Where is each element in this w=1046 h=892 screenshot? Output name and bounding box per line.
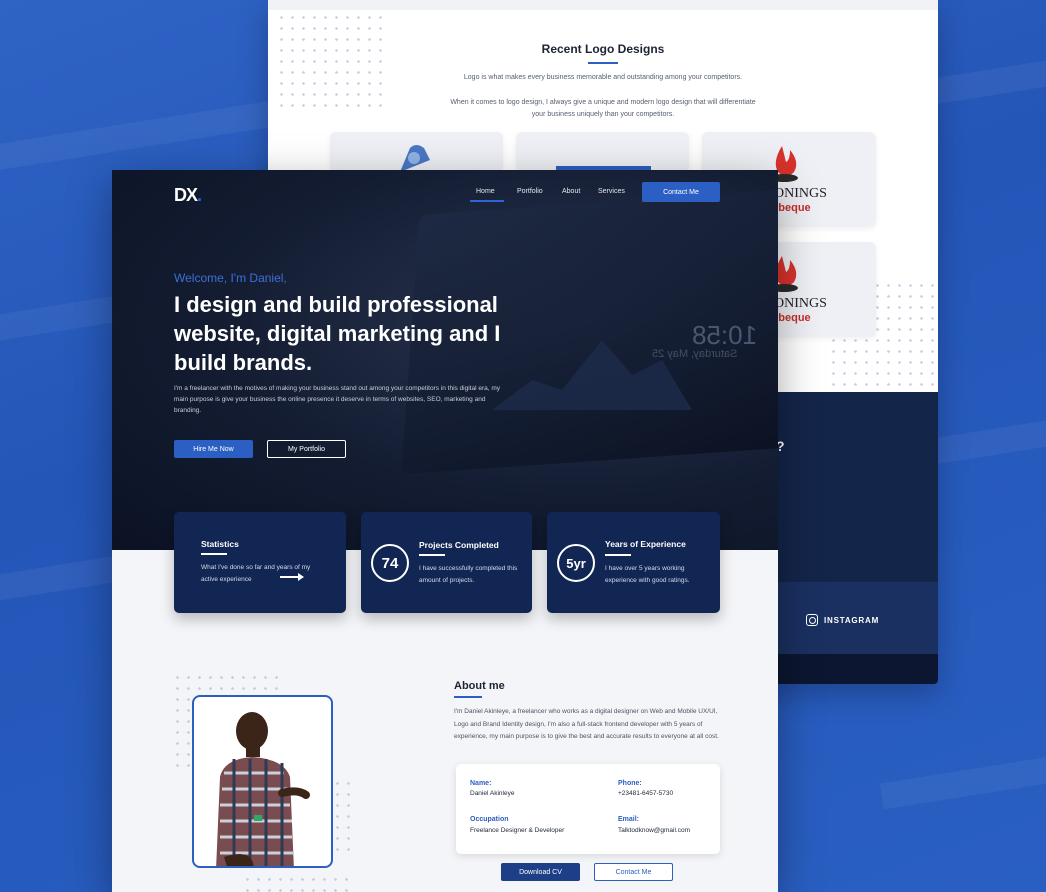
logo-text: DX bbox=[174, 185, 198, 205]
about-text: I'm Daniel Akinleye, a freelancer who wo… bbox=[454, 708, 719, 740]
welcome-text: Welcome, I'm Daniel, bbox=[174, 271, 287, 285]
nav-portfolio[interactable]: Portfolio bbox=[517, 188, 543, 195]
site-logo[interactable]: DX. bbox=[174, 185, 202, 206]
logo-thumbnail-icon bbox=[400, 145, 430, 172]
name-value: Daniel Akinleye bbox=[470, 790, 515, 797]
phone-label: Phone: bbox=[618, 780, 642, 787]
nav-about[interactable]: About bbox=[562, 188, 580, 195]
stat-title: Projects Completed bbox=[419, 540, 499, 550]
logo-text: ONINGS bbox=[774, 296, 827, 311]
section-text: Logo is what makes every business memora… bbox=[463, 74, 743, 81]
stat-underline bbox=[605, 554, 631, 556]
instagram-link[interactable]: INSTAGRAM bbox=[806, 614, 879, 626]
dot-pattern bbox=[276, 12, 386, 112]
stat-underline bbox=[201, 553, 227, 555]
experience-card: 5yr Years of Experience I have over 5 ye… bbox=[547, 512, 720, 613]
nav-services[interactable]: Services bbox=[598, 188, 625, 195]
occupation-label: Occupation bbox=[470, 816, 509, 823]
hero-headline: I design and build professional website,… bbox=[174, 292, 501, 375]
name-label: Name: bbox=[470, 780, 492, 787]
projects-count: 74 bbox=[371, 544, 409, 582]
email-value: Talktodknow@gmail.com bbox=[618, 827, 690, 834]
stat-underline bbox=[419, 554, 445, 556]
nav-home[interactable]: Home bbox=[476, 188, 495, 195]
personal-info-card: Name: Daniel Akinleye Phone: +23481-6457… bbox=[456, 764, 720, 854]
stat-title: Statistics bbox=[201, 539, 239, 549]
projects-card: 74 Projects Completed I have successfull… bbox=[361, 512, 532, 613]
logo-text: rbeque bbox=[774, 312, 811, 324]
background-stripe bbox=[879, 736, 1046, 810]
contact-me-button[interactable]: Contact Me bbox=[594, 863, 673, 881]
stat-text: I have over 5 years working experience w… bbox=[605, 565, 690, 584]
contact-me-button[interactable]: Contact Me bbox=[642, 182, 720, 202]
section-text: When it comes to logo design, I always g… bbox=[450, 99, 756, 106]
nav-active-indicator bbox=[470, 200, 504, 202]
hire-me-button[interactable]: Hire Me Now bbox=[174, 440, 253, 458]
person-photo-icon bbox=[216, 712, 310, 866]
occupation-value: Freelance Designer & Developer bbox=[470, 827, 565, 834]
stat-text: What I've done so far and years of my ac… bbox=[201, 564, 311, 583]
arrow-right-icon[interactable] bbox=[280, 573, 304, 581]
section-title: Recent Logo Designs bbox=[541, 42, 665, 56]
logo-thumbnail-icon bbox=[556, 166, 651, 172]
stat-text: I have successfully completed this amoun… bbox=[419, 565, 518, 584]
top-bar bbox=[268, 0, 938, 10]
statistics-card: Statistics What I've done so far and yea… bbox=[174, 512, 346, 613]
section-text: your business uniquely than your competi… bbox=[531, 111, 675, 118]
instagram-label: INSTAGRAM bbox=[824, 615, 880, 625]
clock-time: 10:58 bbox=[692, 320, 758, 350]
dot-pattern bbox=[332, 778, 356, 858]
logo-card[interactable] bbox=[516, 132, 689, 172]
download-cv-button[interactable]: Download CV bbox=[501, 863, 580, 881]
instagram-icon bbox=[806, 614, 818, 626]
about-title: About me bbox=[454, 680, 505, 692]
logo-card[interactable] bbox=[330, 132, 503, 172]
phone-value: +23481-6457-5730 bbox=[618, 790, 674, 797]
my-portfolio-button[interactable]: My Portfolio bbox=[267, 440, 346, 458]
logo-dot: . bbox=[197, 185, 202, 205]
profile-photo bbox=[192, 695, 333, 868]
logo-text: ONINGS bbox=[774, 186, 827, 201]
hero-description: I'm a freelancer with the motives of mak… bbox=[174, 385, 501, 414]
clock-date: Saturday, May 25 bbox=[652, 348, 738, 360]
logo-text: rbeque bbox=[774, 202, 811, 214]
experience-years: 5yr bbox=[557, 544, 595, 582]
about-underline bbox=[454, 696, 482, 698]
email-label: Email: bbox=[618, 816, 640, 823]
title-underline bbox=[588, 62, 618, 64]
dot-pattern bbox=[242, 874, 352, 892]
stat-title: Years of Experience bbox=[605, 539, 686, 549]
hero-section: 10:58 Saturday, May 25 DX. Home Portfoli… bbox=[112, 170, 778, 550]
portfolio-home-page: 10:58 Saturday, May 25 DX. Home Portfoli… bbox=[112, 170, 778, 892]
